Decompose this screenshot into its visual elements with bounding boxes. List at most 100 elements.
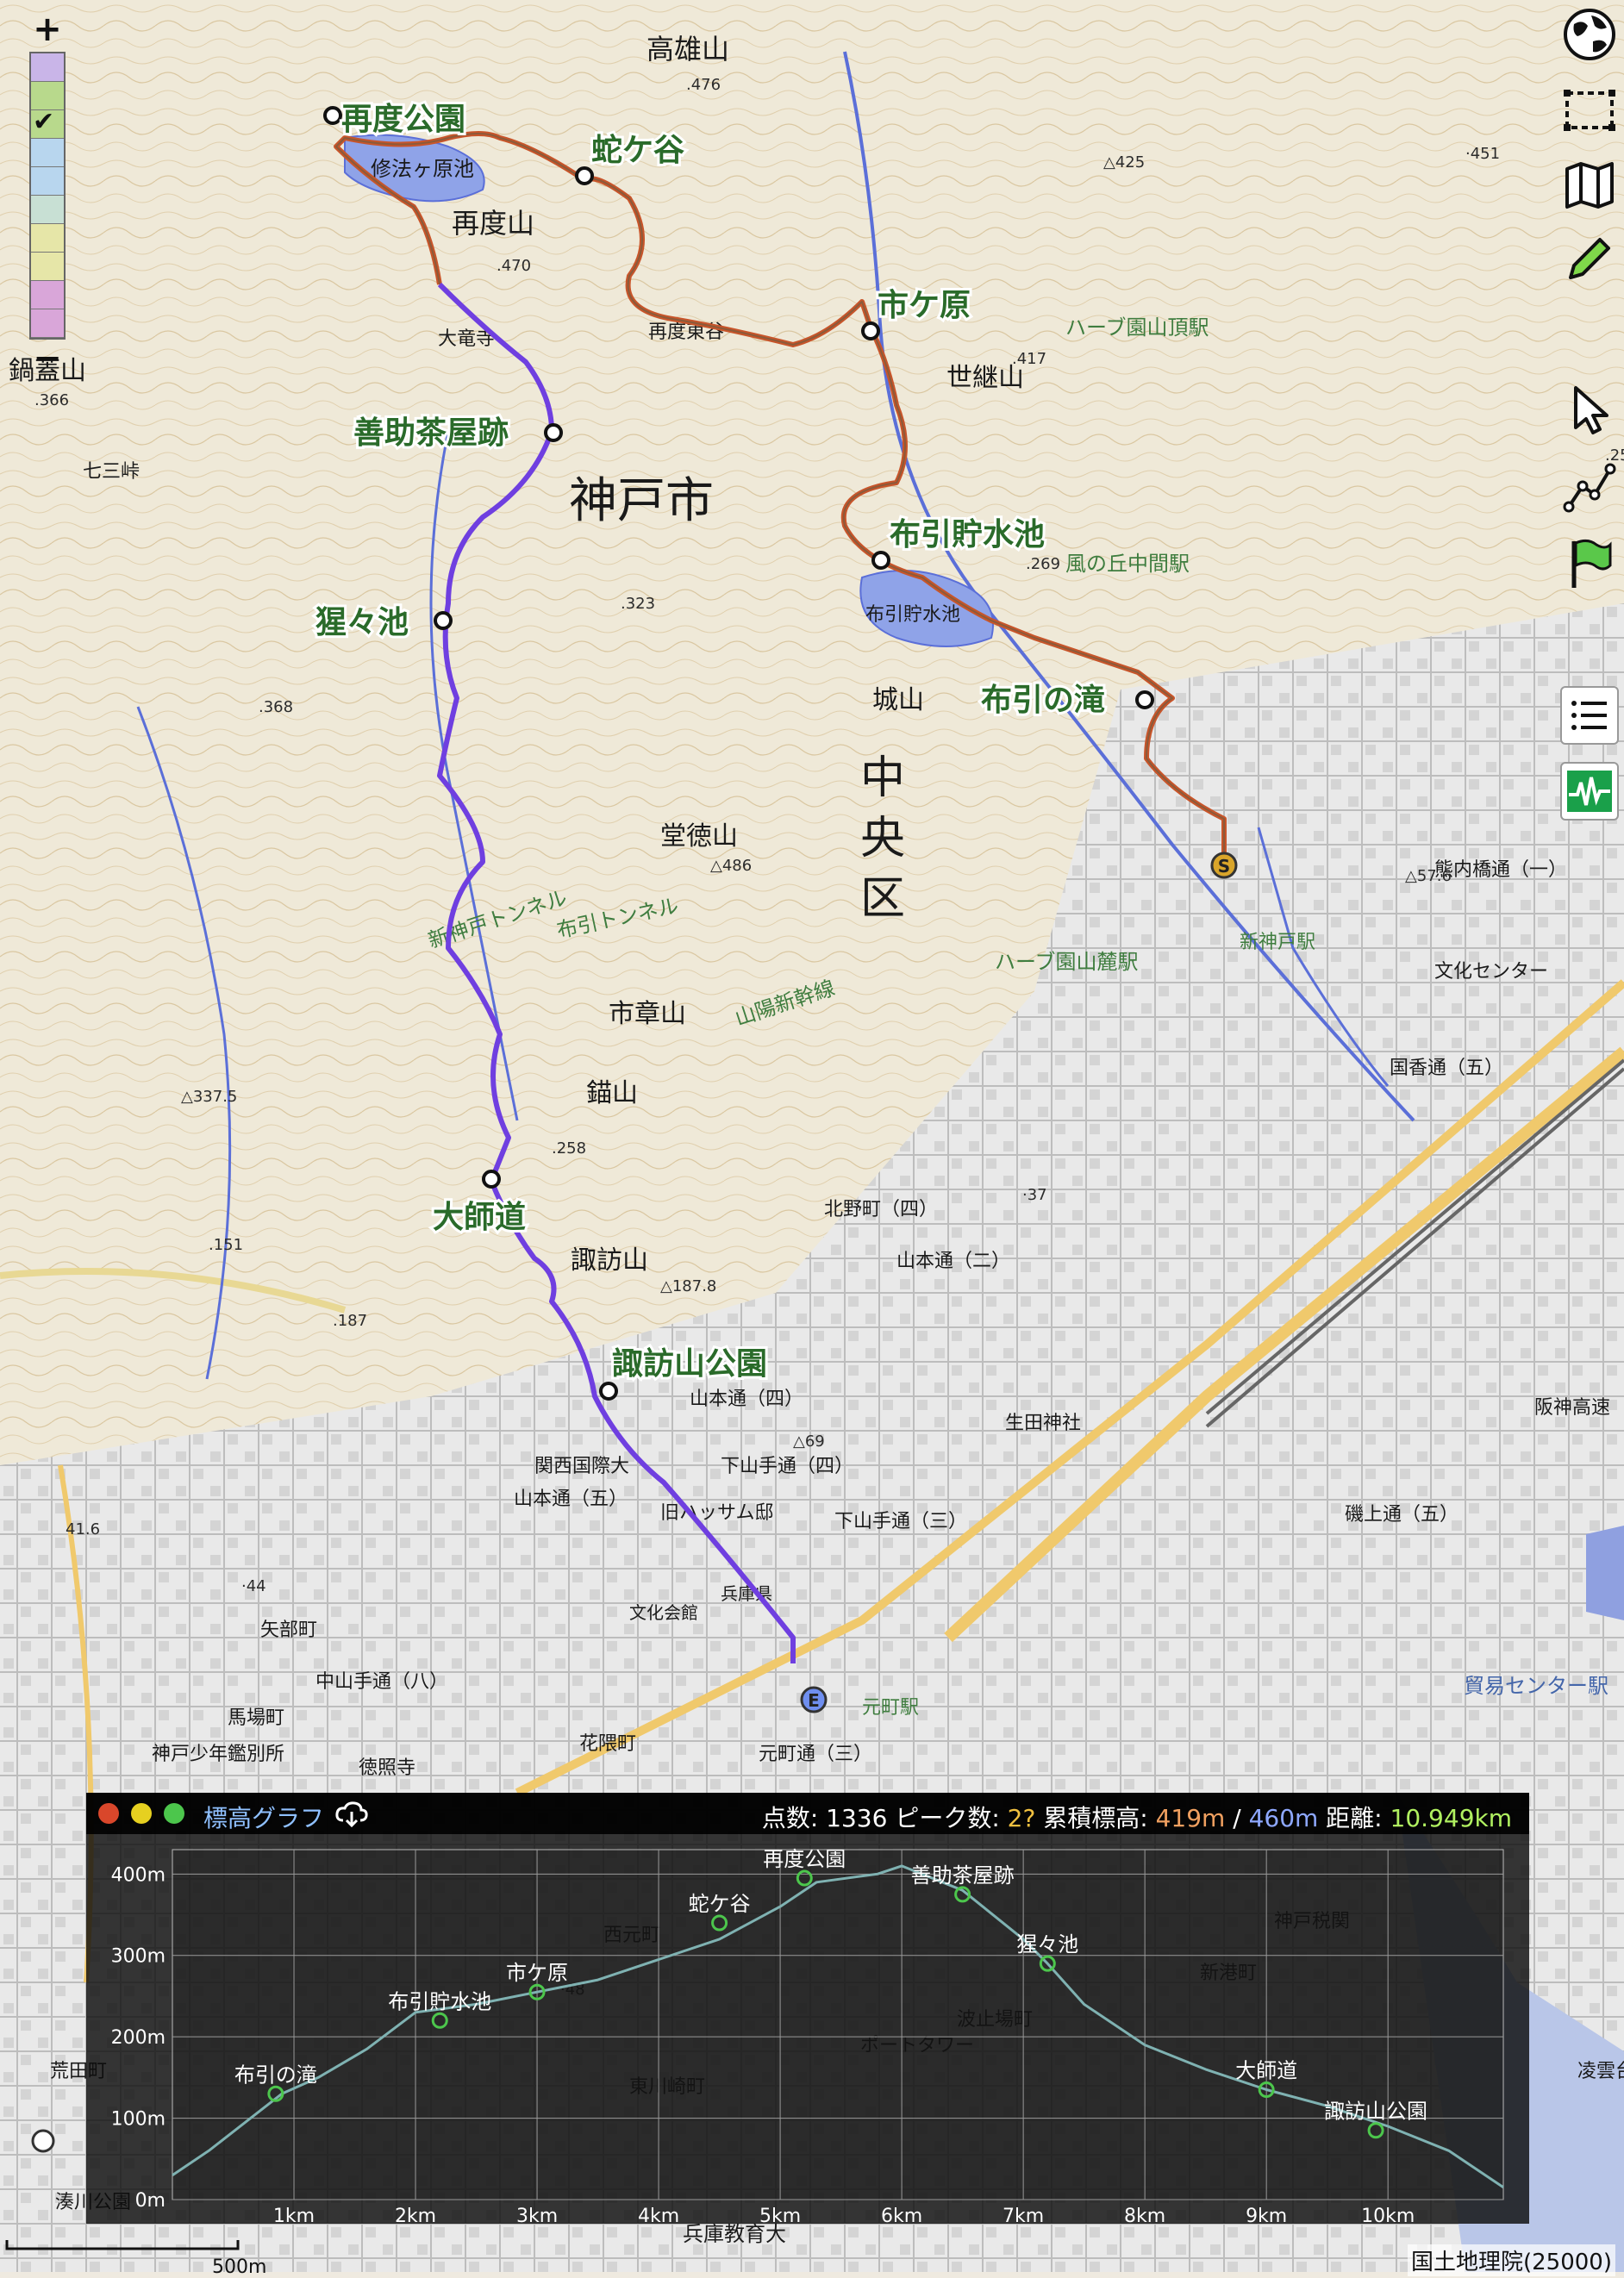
- profile-waypoint-label: 善助茶屋跡: [911, 1863, 1015, 1888]
- waypoint-dot[interactable]: [1135, 690, 1154, 709]
- distance-value: 10.949km: [1390, 1804, 1512, 1832]
- globe-icon: [1564, 9, 1615, 60]
- waypoint-dot[interactable]: [434, 611, 453, 630]
- place-label-yamamoto-4: 山本通（四）: [690, 1389, 803, 1410]
- place-label-babacho: 馬場町: [228, 1707, 284, 1729]
- profile-waypoint-label: 蛇ケ谷: [689, 1892, 751, 1916]
- spot-elevation: △57.6: [1405, 867, 1452, 885]
- minimize-button[interactable]: [131, 1803, 152, 1824]
- legend-swatch: [31, 281, 64, 309]
- waypoint-label: 善助茶屋跡: [353, 415, 509, 451]
- elevation-graph-button[interactable]: [1560, 762, 1619, 821]
- spot-elevation: .258: [552, 1139, 586, 1158]
- place-label-chuo-ku-3: 区: [860, 873, 905, 925]
- elevation-chart[interactable]: 0m 100m 200m 300m 400m 1km 2km 3km 4km 5km 6km 7km 8…: [86, 1834, 1529, 2224]
- waypoint-dot[interactable]: [544, 423, 563, 442]
- waypoint-dot[interactable]: [482, 1170, 501, 1189]
- scale-bar: [5, 2240, 240, 2250]
- legend-swatch: [31, 167, 64, 196]
- zoom-in-button[interactable]: +: [22, 10, 72, 48]
- waypoint-dot[interactable]: [575, 166, 594, 185]
- select-area-button[interactable]: [1558, 79, 1621, 141]
- place-label-kokkodori: 国香通（五）: [1390, 1058, 1503, 1079]
- place-label-ichisyosan: 市章山: [609, 999, 686, 1029]
- place-label-shimoyamate-4: 下山手通（四）: [721, 1456, 853, 1477]
- cloud-download-icon[interactable]: [334, 1800, 369, 1827]
- place-label-kaze-no-oka: 風の丘中間駅: [1065, 552, 1190, 576]
- flag-tool-button[interactable]: [1558, 533, 1621, 595]
- route-icon: [1563, 463, 1616, 513]
- spot-elevation: .417: [1012, 350, 1046, 368]
- relief-legend[interactable]: ✔: [29, 52, 66, 340]
- place-label-tokushoji: 徳照寺: [359, 1757, 415, 1779]
- waypoint-dot[interactable]: [323, 106, 342, 125]
- place-label-takaosan: 高雄山: [646, 33, 729, 66]
- peaks-count: 2?: [1007, 1804, 1036, 1832]
- place-label-chuo-ku-2: 央: [860, 813, 905, 864]
- place-label-kitano-cho-4: 北野町（四）: [824, 1199, 938, 1220]
- y-tick-label: 0m: [135, 2190, 166, 2212]
- place-label-yamamoto-5: 山本通（五）: [514, 1489, 628, 1510]
- draw-button[interactable]: [1558, 228, 1621, 290]
- place-label-isogami: 磯上通（五）: [1345, 1504, 1458, 1526]
- waypoint-label: 布引の滝: [981, 683, 1105, 718]
- zoom-out-button[interactable]: −: [22, 340, 72, 378]
- place-label-shimoyamate-3: 下山手通（三）: [834, 1511, 967, 1532]
- place-label-ijinkan: 旧ハッサム邸: [660, 1502, 774, 1524]
- x-tick-label: 8km: [1124, 2206, 1165, 2224]
- x-tick-label: 1km: [273, 2206, 315, 2224]
- ascent-label: 累積標高:: [1035, 1804, 1156, 1832]
- route-tool-button[interactable]: [1558, 457, 1621, 519]
- end-marker[interactable]: E: [800, 1686, 828, 1713]
- place-label-motomachi-dori: 元町通（三）: [759, 1744, 872, 1765]
- points-label: 点数:: [761, 1804, 827, 1832]
- spot-elevation: .470: [497, 257, 531, 275]
- profile-waypoint-label: 布引の滝: [234, 2063, 317, 2087]
- place-label-hanakuma: 花隈町: [579, 1733, 636, 1755]
- place-label-boeki-center: 貿易センター駅: [1464, 1674, 1608, 1698]
- place-label-suwayama: 諏訪山: [571, 1245, 648, 1276]
- legend-swatch: [31, 196, 64, 224]
- legend-swatch: [31, 309, 64, 338]
- place-label-kobe-city: 神戸市: [569, 473, 714, 529]
- profile-waypoint-label: 布引貯水池: [388, 1989, 491, 2013]
- elevation-graph-icon: [1567, 771, 1612, 812]
- place-label-shin-kobe-st: 新神戸駅: [1240, 932, 1315, 953]
- place-label-nakayamate-8: 中山手通（八）: [315, 1671, 448, 1693]
- waypoint-label: 大師道: [433, 1200, 526, 1235]
- place-label-kansai-kokusai: 関西国際大: [534, 1456, 629, 1477]
- maximize-button[interactable]: [164, 1803, 184, 1824]
- place-label-motomachi-st: 元町駅: [862, 1697, 919, 1719]
- x-tick-label: 5km: [759, 2206, 801, 2224]
- spot-elevation: △337.5: [181, 1088, 237, 1106]
- pointer-tool-button[interactable]: [1558, 379, 1621, 441]
- list-button[interactable]: [1560, 686, 1619, 745]
- distance-label: 距離:: [1318, 1804, 1390, 1832]
- elevation-panel[interactable]: 標高グラフ 点数: 1336 ピーク数: 2? 累積標高: 419m / 460…: [86, 1793, 1529, 2224]
- x-tick-label: 3km: [516, 2206, 558, 2224]
- globe-button[interactable]: [1558, 3, 1621, 66]
- waypoint-dot[interactable]: [871, 551, 890, 570]
- place-label-ryoumeidai: 凌雲台: [1577, 2061, 1624, 2082]
- legend-swatch: [31, 253, 64, 281]
- current-position-icon[interactable]: [31, 2129, 55, 2153]
- place-label-chuo-ku-1: 中: [860, 752, 905, 804]
- start-marker[interactable]: S: [1210, 852, 1238, 879]
- map-icon: [1565, 162, 1614, 209]
- waypoint-label: 再度公園: [341, 102, 465, 137]
- waypoint-dot[interactable]: [599, 1382, 618, 1401]
- select-rect-icon: [1564, 90, 1615, 131]
- place-label-kumanouchi: 熊内橋通（一）: [1434, 859, 1567, 881]
- spot-elevation: .269: [1026, 555, 1060, 573]
- elevation-panel-header[interactable]: 標高グラフ 点数: 1336 ピーク数: 2? 累積標高: 419m / 460…: [86, 1793, 1529, 1834]
- y-tick-label: 300m: [111, 1946, 166, 1968]
- waypoint-dot[interactable]: [861, 321, 880, 340]
- spot-elevation: ·451: [1465, 145, 1500, 163]
- map-layer-button[interactable]: [1558, 153, 1621, 215]
- stats-separator: /: [1225, 1804, 1249, 1832]
- place-label-shiroyama: 城山: [872, 685, 924, 715]
- close-button[interactable]: [98, 1803, 119, 1824]
- place-label-ikarisan: 錨山: [586, 1078, 638, 1108]
- waypoint[interactable]: 再度公園: [323, 99, 468, 140]
- waypoint-label: 市ケ原: [878, 288, 971, 323]
